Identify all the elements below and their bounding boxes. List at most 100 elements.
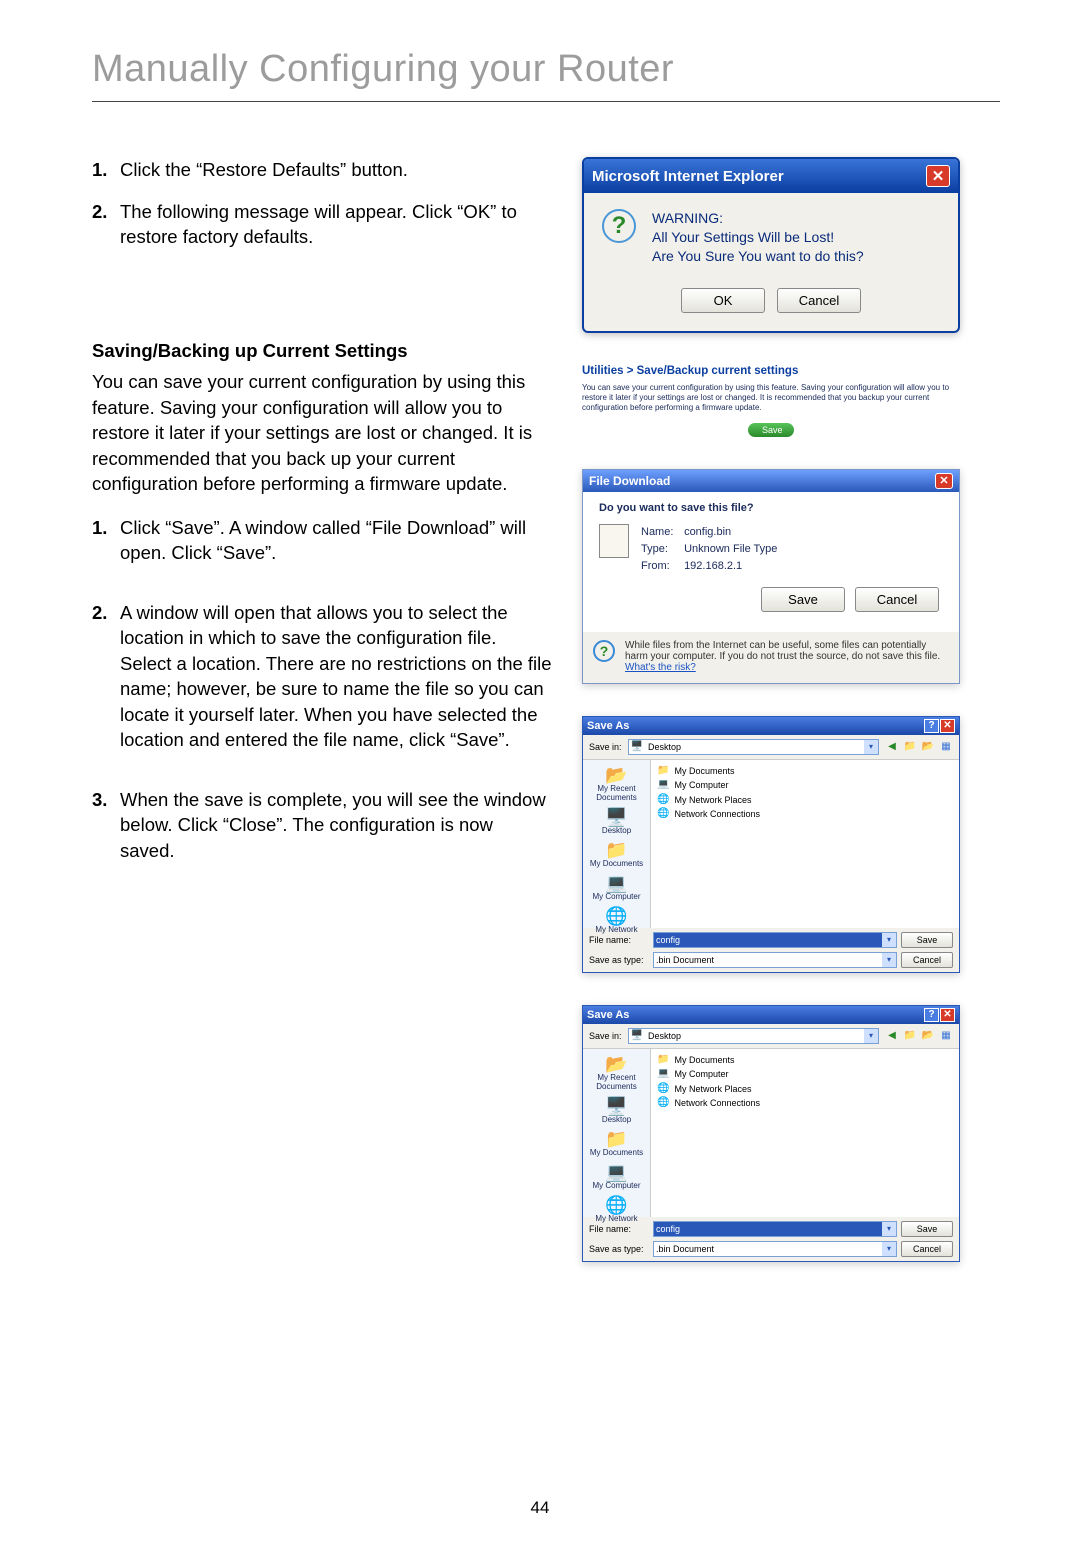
- dialog-body: Do you want to save this file? Name: con…: [583, 492, 959, 632]
- file-list[interactable]: 📁 My Documents 💻My Computer 🌐My Network P…: [651, 1049, 959, 1217]
- up-folder-icon[interactable]: 📁: [903, 1029, 917, 1043]
- ok-button[interactable]: OK: [681, 288, 765, 313]
- folder-label: My Documents: [674, 1054, 734, 1067]
- breadcrumb: Utilities > Save/Backup current settings: [582, 365, 960, 377]
- new-folder-icon[interactable]: 📂: [921, 740, 935, 754]
- save-step-3: 3. When the save is complete, you will s…: [92, 787, 552, 864]
- computer-icon: 💻: [583, 874, 650, 892]
- save-button[interactable]: Save: [901, 1221, 953, 1237]
- step-text: When the save is complete, you will see …: [118, 787, 552, 864]
- intro-step-1: 1. Click the “Restore Defaults” button.: [92, 157, 552, 183]
- help-icon[interactable]: ?: [924, 1008, 939, 1022]
- up-folder-icon[interactable]: 📁: [903, 740, 917, 754]
- place-documents[interactable]: 📁My Documents: [583, 1128, 650, 1159]
- save-step-1: 1. Click “Save”. A window called “File D…: [92, 515, 552, 566]
- back-icon[interactable]: ◀: [885, 740, 899, 754]
- close-icon[interactable]: ✕: [940, 719, 955, 733]
- place-label: My Documents: [590, 1148, 643, 1157]
- place-computer[interactable]: 💻My Computer: [583, 1161, 650, 1192]
- cancel-button[interactable]: Cancel: [777, 288, 861, 313]
- savein-select[interactable]: 🖥️ Desktop ▾: [628, 739, 879, 755]
- computer-icon: 💻: [583, 1163, 650, 1181]
- place-recent[interactable]: 📂My Recent Documents: [583, 1053, 650, 1093]
- filename-field[interactable]: config ▾: [653, 932, 897, 948]
- saveastype-value: .bin Document: [656, 1244, 714, 1254]
- list-item[interactable]: 🌐My Network Places: [657, 793, 953, 808]
- close-icon[interactable]: ✕: [935, 473, 953, 489]
- savein-select[interactable]: 🖥️ Desktop ▾: [628, 1028, 879, 1044]
- place-label: Desktop: [602, 826, 631, 835]
- dialog-titlebar: Save As ? ✕: [583, 1006, 959, 1024]
- list-item[interactable]: 🌐 Network Connections: [657, 1096, 953, 1111]
- from-value: 192.168.2.1: [684, 560, 742, 572]
- place-desktop[interactable]: 🖥️Desktop: [583, 1095, 650, 1126]
- list-item[interactable]: 📁My Documents: [657, 764, 953, 779]
- cancel-button[interactable]: Cancel: [901, 1241, 953, 1257]
- place-network[interactable]: 🌐My Network: [583, 905, 650, 936]
- type-label: Type:: [641, 541, 681, 558]
- saveastype-select[interactable]: .bin Document▾: [653, 952, 897, 968]
- place-documents[interactable]: 📁My Documents: [583, 839, 650, 870]
- network-icon: 🌐: [657, 1096, 669, 1111]
- saveastype-label: Save as type:: [589, 1244, 649, 1254]
- list-item[interactable]: 💻My Computer: [657, 778, 953, 793]
- page-title: Manually Configuring your Router: [92, 48, 1000, 102]
- place-network[interactable]: 🌐My Network: [583, 1194, 650, 1225]
- chevron-down-icon: ▾: [882, 1242, 896, 1256]
- whats-the-risk-link[interactable]: What's the risk?: [625, 662, 696, 673]
- folder-label: My Documents: [674, 765, 734, 778]
- save-as-dialog-2: Save As ? ✕ Save in: 🖥️ Desktop ▾ ◀ 📁 📂: [582, 1005, 960, 1262]
- file-list[interactable]: 📁My Documents 💻My Computer 🌐My Network P…: [651, 760, 959, 928]
- saveastype-label: Save as type:: [589, 955, 649, 965]
- new-folder-icon[interactable]: 📂: [921, 1029, 935, 1043]
- filename-field[interactable]: config▾: [653, 1221, 897, 1237]
- place-computer[interactable]: 💻My Computer: [583, 872, 650, 903]
- folder-label: Network Connections: [674, 808, 760, 821]
- list-item[interactable]: 💻My Computer: [657, 1067, 953, 1082]
- close-icon[interactable]: ✕: [940, 1008, 955, 1022]
- step-number: 1.: [92, 157, 118, 183]
- folder-icon: 📁: [657, 1053, 669, 1068]
- dialog-titlebar: Microsoft Internet Explorer ✕: [584, 159, 958, 193]
- list-item[interactable]: 🌐My Network Places: [657, 1082, 953, 1097]
- folder-icon: 📁: [583, 841, 650, 859]
- saveastype-select[interactable]: .bin Document ▾: [653, 1241, 897, 1257]
- views-icon[interactable]: ▦: [939, 740, 953, 754]
- step-text: Click the “Restore Defaults” button.: [118, 157, 552, 183]
- place-label: Desktop: [602, 1115, 631, 1124]
- file-download-dialog: File Download ✕ Do you want to save this…: [582, 469, 960, 684]
- utilities-text: You can save your current configuration …: [582, 383, 960, 413]
- savein-label: Save in:: [589, 742, 622, 752]
- place-label: My Documents: [590, 859, 643, 868]
- views-icon[interactable]: ▦: [939, 1029, 953, 1043]
- save-as-footer: File name: config▾ Save Save as type: .b…: [583, 1217, 959, 1261]
- name-label: Name:: [641, 524, 681, 541]
- cancel-button[interactable]: Cancel: [901, 952, 953, 968]
- folder-label: My Computer: [674, 779, 728, 792]
- back-icon[interactable]: ◀: [885, 1029, 899, 1043]
- places-bar: 📂My Recent Documents 🖥️Desktop 📁My Docum…: [583, 760, 651, 928]
- step-number: 3.: [92, 787, 118, 864]
- dialog-buttons: OK Cancel: [584, 274, 958, 331]
- save-button[interactable]: Save: [901, 932, 953, 948]
- chevron-down-icon: ▾: [882, 933, 896, 947]
- utilities-panel: Utilities > Save/Backup current settings…: [582, 365, 960, 437]
- list-item[interactable]: 📁 My Documents: [657, 1053, 953, 1068]
- ie-warning-dialog: Microsoft Internet Explorer ✕ ? WARNING:…: [582, 157, 960, 333]
- type-value: Unknown File Type: [684, 543, 777, 555]
- folder-label: Network Connections: [674, 1097, 760, 1110]
- globe-icon: 🌐: [583, 1196, 650, 1214]
- cancel-button[interactable]: Cancel: [855, 587, 939, 612]
- save-as-footer: File name: config▾ Save Save as type: .b…: [583, 928, 959, 972]
- filename-value: config: [656, 935, 680, 945]
- places-bar: 📂My Recent Documents 🖥️Desktop 📁My Docum…: [583, 1049, 651, 1217]
- help-icon[interactable]: ?: [924, 719, 939, 733]
- close-icon[interactable]: ✕: [926, 165, 950, 187]
- save-button[interactable]: Save: [761, 587, 845, 612]
- save-button[interactable]: Save: [748, 423, 794, 437]
- shield-icon: ?: [593, 640, 615, 662]
- list-item[interactable]: 🌐Network Connections: [657, 807, 953, 822]
- place-recent[interactable]: 📂My Recent Documents: [583, 764, 650, 804]
- place-label: My Recent Documents: [596, 784, 636, 802]
- place-desktop[interactable]: 🖥️Desktop: [583, 806, 650, 837]
